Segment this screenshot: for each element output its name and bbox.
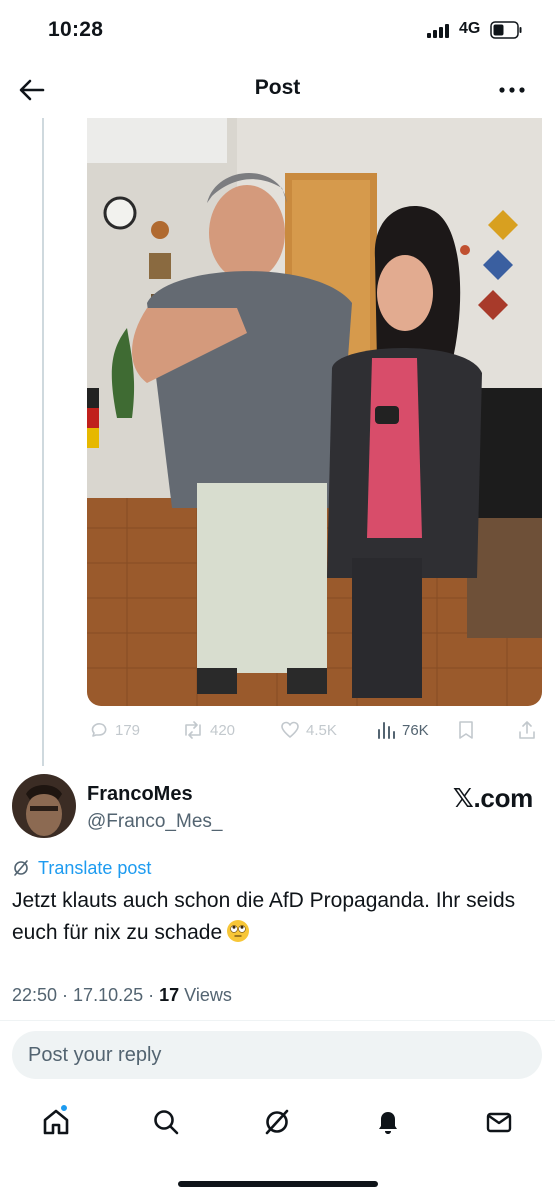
views-chart-icon bbox=[378, 722, 395, 739]
search-icon bbox=[154, 1110, 179, 1135]
translate-label: Translate post bbox=[38, 857, 152, 878]
repost-action[interactable]: 420 bbox=[182, 716, 235, 744]
quoted-post-actions: 179 420 4.5K bbox=[87, 716, 542, 744]
post-date: 17.10.25 bbox=[73, 985, 144, 1005]
status-time: 10:28 bbox=[48, 18, 104, 41]
nav-messages[interactable] bbox=[481, 1104, 517, 1140]
post-body: Jetzt klauts auch schon die AfD Propagan… bbox=[12, 889, 516, 944]
bookmark-action[interactable] bbox=[457, 716, 481, 744]
reply-placeholder: Post your reply bbox=[28, 1043, 162, 1066]
home-icon bbox=[43, 1109, 69, 1135]
like-count: 4.5K bbox=[306, 721, 337, 739]
battery-icon bbox=[490, 21, 522, 39]
heart-icon bbox=[281, 721, 299, 738]
views-action[interactable]: 76K bbox=[376, 716, 429, 744]
translate-post-link[interactable]: Translate post bbox=[12, 857, 151, 879]
nav-search[interactable] bbox=[148, 1104, 184, 1140]
like-action[interactable]: 4.5K bbox=[280, 716, 337, 744]
avatar[interactable] bbox=[12, 774, 76, 838]
nav-grok[interactable] bbox=[259, 1104, 295, 1140]
post-meta: 22:50 · 17.10.25 · 17 Views bbox=[12, 985, 232, 1005]
repost-icon bbox=[185, 721, 201, 739]
post-author: FrancoMes @Franco_Mes_ 𝕏.com bbox=[12, 774, 543, 840]
network-label: 4G bbox=[459, 20, 481, 37]
reply-action[interactable]: 179 bbox=[89, 716, 140, 744]
notifications-icon bbox=[379, 1112, 397, 1134]
messages-icon bbox=[486, 1112, 512, 1133]
home-notification-dot bbox=[60, 1104, 68, 1112]
nav-notifications[interactable] bbox=[370, 1104, 406, 1140]
nav-home[interactable] bbox=[38, 1104, 74, 1140]
x-watermark: 𝕏.com bbox=[452, 783, 533, 813]
share-icon bbox=[519, 721, 535, 739]
reply-input[interactable]: Post your reply bbox=[12, 1031, 542, 1079]
signal-icon bbox=[427, 24, 449, 38]
page-title: Post bbox=[254, 76, 301, 99]
grok-icon bbox=[14, 860, 28, 876]
share-action[interactable] bbox=[517, 716, 543, 744]
status-bar: 10:28 4G bbox=[0, 0, 555, 60]
bookmark-icon bbox=[459, 721, 473, 739]
reply-count: 179 bbox=[115, 721, 141, 739]
post-views-count: 17 bbox=[159, 985, 180, 1005]
views-count: 76K bbox=[402, 721, 429, 739]
post-text: Jetzt klauts auch schon die AfD Propagan… bbox=[12, 885, 537, 949]
post-views-label: Views bbox=[184, 985, 232, 1005]
more-icon bbox=[499, 87, 525, 93]
top-bar: Post bbox=[0, 60, 555, 118]
post-time: 22:50 bbox=[12, 985, 58, 1005]
repost-count: 420 bbox=[210, 721, 236, 739]
home-indicator bbox=[178, 1181, 378, 1187]
author-name[interactable]: FrancoMes bbox=[87, 783, 193, 806]
eye-roll-emoji-icon bbox=[227, 920, 250, 942]
post-photo[interactable] bbox=[87, 118, 542, 706]
more-options-button[interactable] bbox=[492, 74, 532, 106]
reply-icon bbox=[91, 723, 107, 737]
thread-line bbox=[42, 118, 44, 766]
grok-icon bbox=[265, 1109, 289, 1135]
author-handle[interactable]: @Franco_Mes_ bbox=[87, 811, 222, 833]
bottom-nav bbox=[0, 1092, 555, 1152]
divider bbox=[0, 1020, 555, 1021]
